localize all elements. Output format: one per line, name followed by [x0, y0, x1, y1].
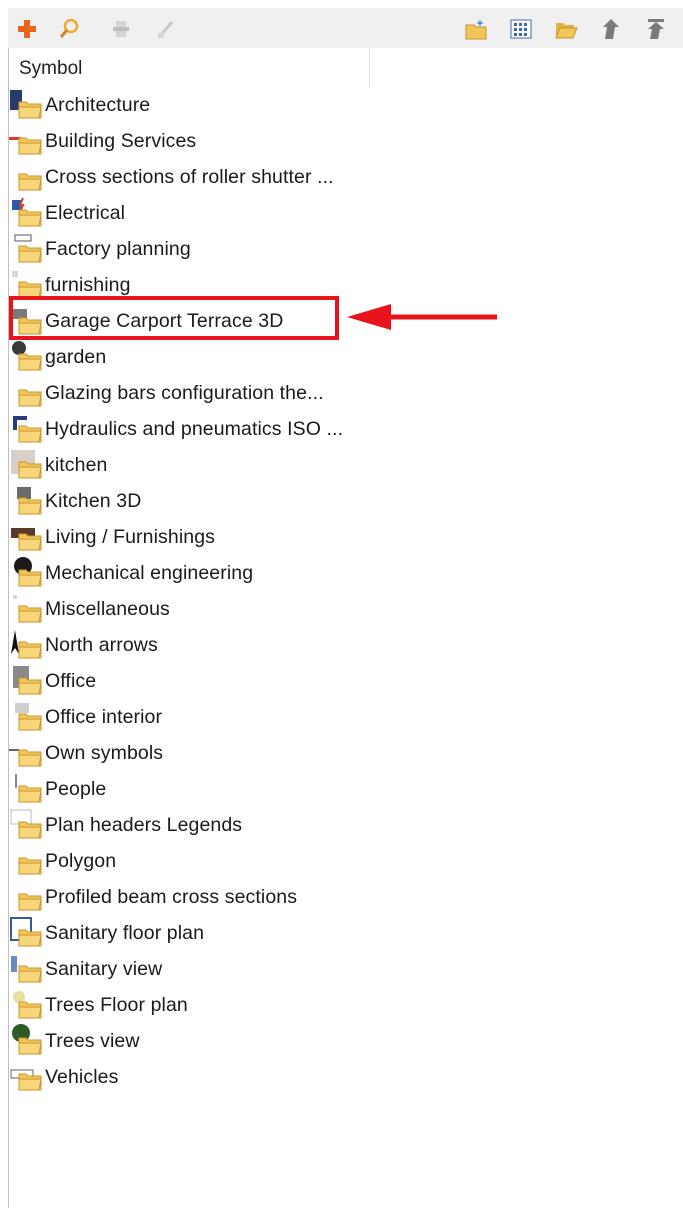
column-header-label: Symbol	[19, 58, 83, 79]
tree-item[interactable]: Cross sections of roller shutter ...	[9, 160, 449, 194]
tree-item-label: Own symbols	[45, 741, 164, 764]
people-folder-icon	[9, 772, 45, 806]
tree-item-label: Sanitary floor plan	[45, 921, 205, 944]
sanitary-view-folder-icon	[9, 952, 45, 986]
new-folder-icon[interactable]	[463, 16, 489, 42]
tree-item-label: Plan headers Legends	[45, 813, 243, 836]
tree-item[interactable]: Electrical	[9, 196, 449, 230]
tree-item[interactable]: Own symbols	[9, 736, 449, 770]
tree-item-label: North arrows	[45, 633, 158, 656]
tree-item-label: Trees view	[45, 1029, 140, 1052]
tree-item[interactable]: garden	[9, 340, 449, 374]
own-symbols-folder-icon	[9, 736, 45, 770]
tree-item[interactable]: Trees Floor plan	[9, 988, 449, 1022]
highlight-box	[9, 296, 339, 340]
tree-item[interactable]: Mechanical engineering	[9, 556, 449, 590]
column-header[interactable]: Symbol	[9, 48, 370, 88]
tree-item[interactable]: Glazing bars configuration the...	[9, 376, 449, 410]
folder-icon	[9, 880, 45, 914]
office-folder-icon	[9, 664, 45, 698]
miscellaneous-folder-icon	[9, 592, 45, 626]
mechanical-folder-icon	[9, 556, 45, 590]
tree-item[interactable]: Plan headers Legends	[9, 808, 449, 842]
tree-item-label: Living / Furnishings	[45, 525, 215, 548]
grid-view-icon[interactable]	[508, 16, 534, 42]
annotation-arrow	[347, 304, 497, 330]
tree-item[interactable]: Kitchen 3D	[9, 484, 449, 518]
architecture-folder-icon	[9, 88, 45, 122]
tree-item[interactable]: Architecture	[9, 88, 449, 122]
tree-item-label: Hydraulics and pneumatics ISO ...	[45, 417, 344, 440]
tree-item-label: garden	[45, 345, 107, 368]
folder-icon	[9, 160, 45, 194]
tree-item[interactable]: Factory planning	[9, 232, 449, 266]
toolbar	[8, 8, 683, 49]
building-services-folder-icon	[9, 124, 45, 158]
tree-item[interactable]: kitchen	[9, 448, 449, 482]
tree-item[interactable]: Building Services	[9, 124, 449, 158]
tree-item-label: Cross sections of roller shutter ...	[45, 165, 334, 188]
folder-icon	[9, 376, 45, 410]
trees-floor-plan-folder-icon	[9, 988, 45, 1022]
tree-item-label: Polygon	[45, 849, 117, 872]
tree-item[interactable]: Profiled beam cross sections	[9, 880, 449, 914]
tree-item-label: Office	[45, 669, 97, 692]
tree-item[interactable]: Sanitary floor plan	[9, 916, 449, 950]
symbol-tree-panel: Symbol Architecture Building Services Cros…	[8, 48, 683, 1208]
plan-headers-folder-icon	[9, 808, 45, 842]
tree-item-label: People	[45, 777, 107, 800]
move-up-icon[interactable]	[598, 16, 624, 42]
tree-item-label: kitchen	[45, 453, 108, 476]
tree-item[interactable]: Miscellaneous	[9, 592, 449, 626]
tree-item-label: Vehicles	[45, 1065, 119, 1088]
tree-item-label: Kitchen 3D	[45, 489, 142, 512]
tree-item-label: Office interior	[45, 705, 163, 728]
add-icon[interactable]	[14, 16, 40, 42]
tree-item-label: Building Services	[45, 129, 197, 152]
tree-item-label: Glazing bars configuration the...	[45, 381, 324, 404]
factory-planning-folder-icon	[9, 232, 45, 266]
kitchen-3d-folder-icon	[9, 484, 45, 518]
tree-item-label: Profiled beam cross sections	[45, 885, 298, 908]
tree-item-label: Trees Floor plan	[45, 993, 188, 1016]
tree-item-label: Sanitary view	[45, 957, 163, 980]
tree-item[interactable]: Hydraulics and pneumatics ISO ...	[9, 412, 449, 446]
folder-icon	[9, 844, 45, 878]
tree-item-label: Miscellaneous	[45, 597, 170, 620]
tree-item[interactable]: Trees view	[9, 1024, 449, 1058]
hydraulics-folder-icon	[9, 412, 45, 446]
north-arrow-folder-icon	[9, 628, 45, 662]
open-folder-icon[interactable]	[553, 16, 579, 42]
tree-item[interactable]: Sanitary view	[9, 952, 449, 986]
trees-view-folder-icon	[9, 1024, 45, 1058]
vehicles-folder-icon	[9, 1060, 45, 1094]
office-interior-folder-icon	[9, 700, 45, 734]
edit-symbol-icon[interactable]	[153, 16, 179, 42]
sanitary-floor-plan-folder-icon	[9, 916, 45, 950]
tree-item[interactable]: Office	[9, 664, 449, 698]
tree-item-label: Architecture	[45, 93, 151, 116]
living-folder-icon	[9, 520, 45, 554]
tree-item-label: Electrical	[45, 201, 126, 224]
tree-item-label: Factory planning	[45, 237, 191, 260]
tree-item[interactable]: Vehicles	[9, 1060, 449, 1094]
tree-item[interactable]: Living / Furnishings	[9, 520, 449, 554]
electrical-folder-icon	[9, 196, 45, 230]
search-icon[interactable]	[56, 16, 82, 42]
move-top-icon[interactable]	[643, 16, 669, 42]
tree-item[interactable]: Office interior	[9, 700, 449, 734]
garden-folder-icon	[9, 340, 45, 374]
symbol-properties-icon[interactable]	[108, 16, 134, 42]
tree-item[interactable]: Polygon	[9, 844, 449, 878]
tree-item[interactable]: People	[9, 772, 449, 806]
tree-item-label: furnishing	[45, 273, 131, 296]
tree-item-label: Mechanical engineering	[45, 561, 254, 584]
kitchen-folder-icon	[9, 448, 45, 482]
tree-item[interactable]: North arrows	[9, 628, 449, 662]
